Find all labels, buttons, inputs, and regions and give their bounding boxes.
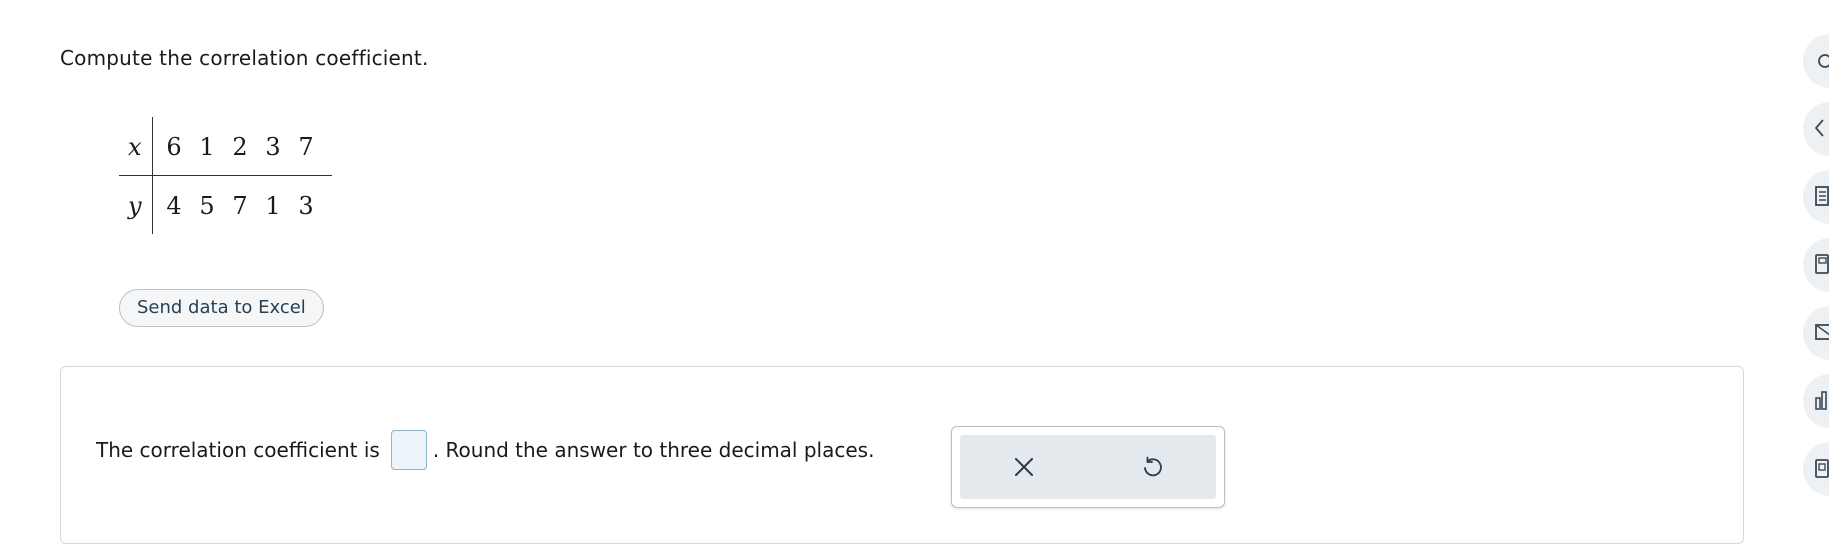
sidebar-item-calculator[interactable] <box>1803 238 1829 292</box>
table-cell: 3 <box>256 117 290 176</box>
sidebar-item-mail[interactable] <box>1803 306 1829 360</box>
sidebar-item-calendar[interactable] <box>1803 442 1829 496</box>
mail-icon <box>1815 324 1829 340</box>
table-cell: 7 <box>232 192 248 220</box>
table-cell: 7 <box>289 117 332 176</box>
sidebar-item-eraser[interactable] <box>1803 102 1829 156</box>
chart-icon <box>1815 391 1827 410</box>
row-label-x: x <box>119 117 153 176</box>
data-table: x 6 1 2 3 7 y 4 5 7 1 3 <box>119 117 332 234</box>
answer-tools <box>951 426 1225 508</box>
answer-suffix: . Round the answer to three decimal plac… <box>432 438 875 462</box>
send-to-excel-button[interactable]: Send data to Excel <box>119 289 324 327</box>
page: Compute the correlation coefficient. x 6… <box>0 0 1829 545</box>
table-cell: 4 <box>166 192 182 220</box>
close-icon <box>1015 458 1033 476</box>
calendar-icon <box>1815 459 1829 478</box>
table-row-x: x 6 1 2 3 7 <box>119 117 332 176</box>
table-cell: 1 <box>265 192 281 220</box>
calculator-icon <box>1815 254 1829 274</box>
table-cell: 6 <box>152 117 191 176</box>
answer-panel: The correlation coefficient is . Round t… <box>60 366 1744 544</box>
answer-prefix: The correlation coefficient is <box>96 438 380 462</box>
answer-line: The correlation coefficient is . Round t… <box>96 430 874 470</box>
question-icon <box>1818 54 1829 68</box>
question-prompt: Compute the correlation coefficient. <box>60 46 429 70</box>
eraser-icon <box>1815 119 1824 137</box>
table-cell: 3 <box>298 192 314 220</box>
answer-tools-bar <box>960 435 1216 499</box>
undo-button[interactable] <box>1132 447 1172 487</box>
table-row-y: y 4 5 7 1 3 <box>119 175 332 234</box>
table-cell: 2 <box>223 117 257 176</box>
table-cell: 1 <box>190 117 224 176</box>
clear-answer-button[interactable] <box>1004 447 1044 487</box>
sidebar-item-chart[interactable] <box>1803 374 1829 428</box>
sidebar-item-help[interactable] <box>1803 34 1829 88</box>
answer-input[interactable] <box>390 430 427 470</box>
row-label-y: y <box>119 175 153 234</box>
sidebar-item-notes[interactable] <box>1803 170 1829 224</box>
table-cell: 5 <box>199 192 215 220</box>
notes-icon <box>1815 186 1829 206</box>
undo-icon <box>1144 456 1162 477</box>
